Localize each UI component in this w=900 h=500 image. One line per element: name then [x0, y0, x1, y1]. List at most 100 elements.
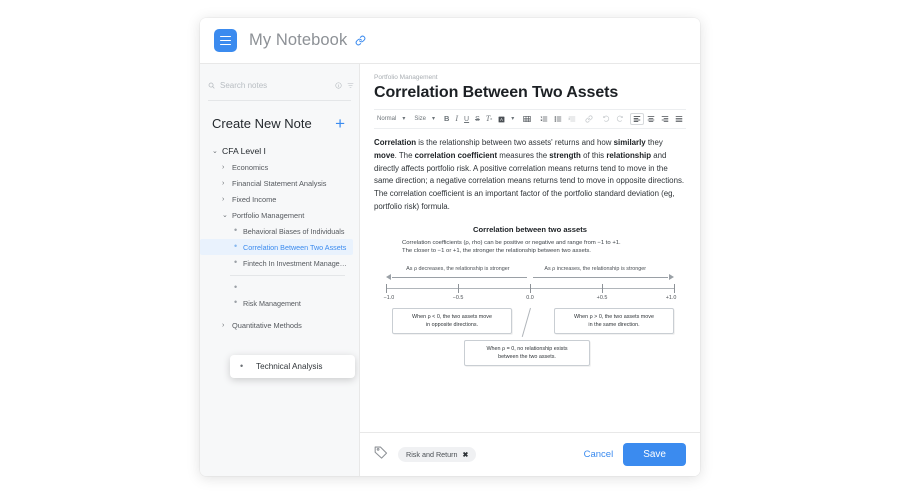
search-bar[interactable]	[208, 76, 354, 101]
correlation-diagram: Correlation between two assets Correlati…	[374, 225, 686, 370]
tree-item-portfolio-management[interactable]: ⌄ Portfolio Management	[200, 207, 359, 223]
diagram-title: Correlation between two assets	[473, 224, 587, 234]
strikethrough-icon[interactable]: S	[472, 115, 483, 124]
page-title: Correlation Between Two Assets	[374, 84, 619, 101]
chevron-right-icon: ›	[222, 195, 225, 203]
tree-item-drop-placeholder[interactable]: •	[200, 280, 359, 295]
tree-item-financial-statement-analysis[interactable]: › Financial Statement Analysis	[200, 175, 359, 191]
tree-item-label: Quantitative Methods	[232, 320, 302, 330]
left-arrow-line	[392, 276, 528, 278]
chevron-right-icon: ›	[222, 163, 225, 171]
tree-item-cfa-level-i[interactable]: ⌄ CFA Level I	[200, 142, 359, 159]
size-select[interactable]: Size	[411, 115, 429, 123]
right-arrow-head-icon	[669, 273, 674, 280]
dragged-tree-item-technical-analysis[interactable]: • Technical Analysis	[230, 355, 355, 378]
style-select[interactable]: Normal	[374, 115, 399, 123]
bullet-icon: •	[234, 281, 238, 292]
diagram-arrow-annotations: As ρ decreases, the relationship is stro…	[386, 266, 674, 282]
axis-tick	[674, 283, 675, 293]
link-icon[interactable]	[355, 35, 366, 46]
axis-tick	[530, 283, 531, 293]
filter-icon[interactable]	[347, 76, 354, 94]
add-note-button[interactable]: +	[335, 115, 347, 132]
tree-item-label: Fixed Income	[232, 194, 277, 204]
app-title: My Notebook	[249, 31, 348, 49]
axis-tick-label: −1.0	[383, 294, 395, 301]
bullet-list-icon[interactable]	[551, 114, 565, 124]
axis-tick	[602, 283, 603, 293]
chevron-right-icon: ›	[222, 179, 225, 187]
diagram-callouts: When ρ < 0, the two assets move in oppos…	[380, 307, 680, 370]
bullet-icon: •	[234, 297, 238, 308]
tree-item-economics[interactable]: › Economics	[200, 159, 359, 175]
italic-icon[interactable]: I	[452, 114, 461, 124]
underline-icon[interactable]: U	[461, 115, 472, 124]
axis-tick-label: −0.5	[452, 294, 464, 301]
tag-label: Risk and Return	[406, 450, 458, 459]
info-icon[interactable]	[335, 76, 342, 94]
tree-item-risk-management[interactable]: • Risk Management	[200, 295, 359, 311]
diagram-subtitle: Correlation coefficients (ρ, rho) can be…	[380, 239, 680, 256]
tag-chip-risk-and-return[interactable]: Risk and Return ✖	[398, 447, 477, 462]
ordered-list-icon[interactable]	[537, 114, 551, 124]
size-select-caret[interactable]: ▾	[429, 115, 438, 123]
text-color-caret[interactable]: ▾	[508, 115, 517, 123]
tree-item-fixed-income[interactable]: › Fixed Income	[200, 191, 359, 207]
right-arrow-line	[532, 276, 668, 278]
link-insert-icon[interactable]	[582, 114, 596, 124]
copy-seg: of this	[580, 150, 607, 160]
search-icon	[208, 82, 215, 89]
redo-icon[interactable]	[613, 114, 627, 124]
callout-negative-line2: in opposite directions.	[425, 322, 479, 329]
chevron-right-icon: ›	[222, 321, 225, 329]
table-icon[interactable]	[520, 114, 534, 124]
undo-icon[interactable]	[599, 114, 613, 124]
tree-item-label: Economics	[232, 162, 269, 172]
copy-seg-bold: relationship	[606, 150, 652, 160]
clear-format-icon[interactable]: Tx	[483, 114, 495, 124]
notes-tree: ⌄ CFA Level I › Economics › Financial St…	[200, 138, 359, 333]
axis-tick-label: +0.5	[596, 294, 608, 301]
tree-item-fintech-in-investment-management[interactable]: • Fintech In Investment Manage…	[200, 255, 359, 271]
close-icon[interactable]: ✖	[463, 451, 469, 459]
copy-seg-bold: correlation coefficient	[414, 150, 498, 160]
style-select-caret[interactable]: ▾	[399, 115, 408, 123]
note-editor-pane: Portfolio Management Correlation Between…	[360, 64, 700, 476]
tree-item-label: Behavioral Biases of Individuals	[243, 226, 345, 236]
callout-negative: When ρ < 0, the two assets move in oppos…	[392, 307, 512, 335]
text-color-icon[interactable]: A	[495, 115, 508, 124]
svg-text:A: A	[500, 116, 503, 121]
align-left-icon[interactable]	[630, 113, 645, 125]
callout-negative-line1: When ρ < 0, the two assets move	[412, 313, 492, 320]
tree-item-label: Fintech In Investment Manage…	[243, 258, 347, 268]
axis-tick	[458, 283, 459, 293]
indent-icon[interactable]	[565, 114, 579, 124]
align-right-icon[interactable]	[658, 114, 672, 124]
chevron-down-icon: ⌄	[222, 212, 228, 219]
diagram-subtitle-line2: The closer to −1 or +1, the stronger the…	[402, 248, 591, 255]
tree-item-label: Portfolio Management	[232, 210, 305, 220]
bold-icon[interactable]: B	[441, 114, 452, 124]
callout-leader-line	[521, 307, 531, 337]
search-input[interactable]	[220, 80, 330, 90]
create-new-note-label: Create New Note	[212, 116, 312, 131]
align-center-icon[interactable]	[644, 114, 658, 124]
note-body-paragraph[interactable]: Correlation is the relationship between …	[374, 137, 686, 214]
dragged-item-label: Technical Analysis	[256, 362, 323, 371]
copy-seg-bold: move	[374, 150, 395, 160]
tree-item-label: Correlation Between Two Assets	[243, 242, 347, 252]
axis-tick-label: +1.0	[665, 294, 677, 301]
tree-item-behavioral-biases-of-individuals[interactable]: • Behavioral Biases of Individuals	[200, 223, 359, 239]
left-arrow-head-icon	[386, 273, 391, 280]
tree-item-quantitative-methods[interactable]: › Quantitative Methods	[200, 317, 359, 333]
annotation-left-label: As ρ decreases, the relationship is stro…	[406, 265, 510, 272]
tree-item-correlation-between-two-assets[interactable]: • Correlation Between Two Assets	[200, 239, 353, 255]
cancel-button[interactable]: Cancel	[584, 449, 614, 460]
copy-seg: . The	[394, 150, 415, 160]
align-justify-icon[interactable]	[672, 114, 686, 124]
create-new-note-row[interactable]: Create New Note +	[212, 115, 347, 132]
tag-icon[interactable]	[374, 445, 388, 464]
hamburger-icon[interactable]	[214, 29, 237, 52]
save-button[interactable]: Save	[623, 443, 686, 466]
annotation-right-label: As ρ increases, the relationship is stro…	[544, 265, 647, 272]
